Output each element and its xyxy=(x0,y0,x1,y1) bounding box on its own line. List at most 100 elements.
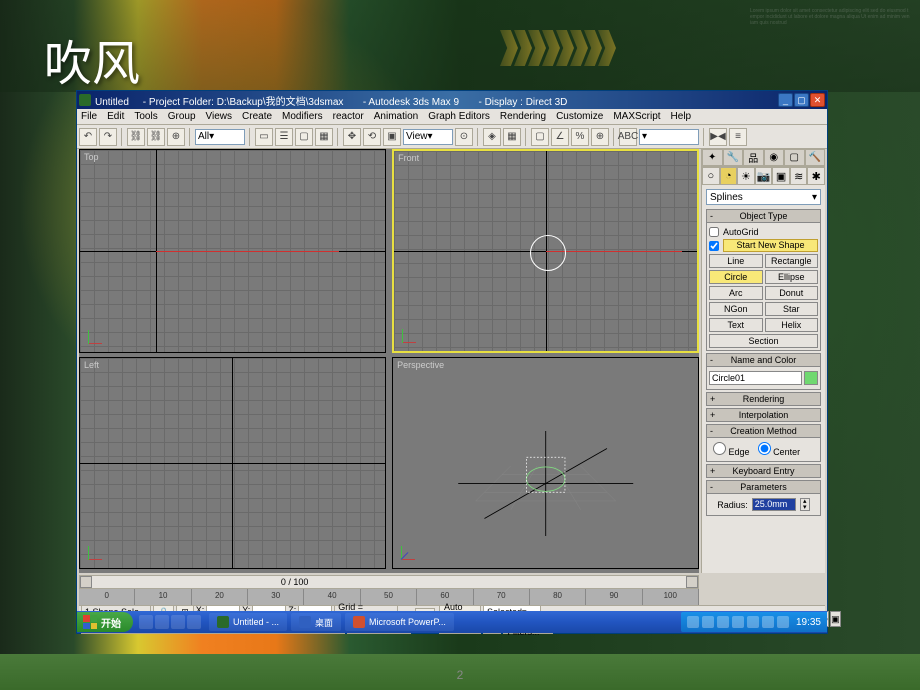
spacewarps-cat[interactable]: ≋ xyxy=(790,167,808,185)
bind-button[interactable]: ⊕ xyxy=(167,128,185,146)
helpers-cat[interactable]: ▣ xyxy=(772,167,790,185)
snap-angle-button[interactable]: ∠ xyxy=(551,128,569,146)
ql-icon[interactable] xyxy=(155,615,169,629)
hierarchy-tab[interactable]: 品 xyxy=(743,149,764,166)
minimize-button[interactable]: _ xyxy=(778,93,793,107)
modify-tab[interactable]: 🔧 xyxy=(723,149,744,166)
menu-create[interactable]: Create xyxy=(242,111,272,122)
ellipse-button[interactable]: Ellipse xyxy=(765,270,819,284)
object-color-swatch[interactable] xyxy=(804,371,818,385)
helix-button[interactable]: Helix xyxy=(765,318,819,332)
radius-field[interactable]: 25.0mm xyxy=(752,498,796,511)
ql-icon[interactable] xyxy=(171,615,185,629)
select-name-button[interactable]: ☰ xyxy=(275,128,293,146)
shapes-cat[interactable]: ◔ xyxy=(720,167,738,185)
keyboard-shortcut-button[interactable]: ▦ xyxy=(503,128,521,146)
tray-icon[interactable] xyxy=(777,616,789,628)
menu-file[interactable]: File xyxy=(81,111,97,122)
name-color-rollout[interactable]: -Name and Color xyxy=(706,353,821,367)
menu-modifiers[interactable]: Modifiers xyxy=(282,111,323,122)
category-dropdown[interactable]: Splines▾ xyxy=(706,189,821,205)
time-slider[interactable]: 0 / 100 xyxy=(79,575,699,589)
select-region-button[interactable]: ▢ xyxy=(295,128,313,146)
menu-maxscript[interactable]: MAXScript xyxy=(613,111,660,122)
object-name-field[interactable]: Circle01 xyxy=(709,371,802,385)
systems-cat[interactable]: ✱ xyxy=(807,167,825,185)
tray-icon[interactable] xyxy=(762,616,774,628)
spinner-snap-button[interactable]: ⊕ xyxy=(591,128,609,146)
clock[interactable]: 19:35 xyxy=(796,617,821,628)
menu-group[interactable]: Group xyxy=(168,111,196,122)
window-crossing-button[interactable]: ▦ xyxy=(315,128,333,146)
task-desktop[interactable]: 桌面 xyxy=(291,613,341,631)
parameters-rollout[interactable]: -Parameters xyxy=(706,480,821,494)
align-button[interactable]: ≡ xyxy=(729,128,747,146)
viewport-perspective[interactable]: Perspective xyxy=(392,357,699,569)
menu-edit[interactable]: Edit xyxy=(107,111,124,122)
star-button[interactable]: Star xyxy=(765,302,819,316)
menu-customize[interactable]: Customize xyxy=(556,111,603,122)
ql-icon[interactable] xyxy=(139,615,153,629)
menu-animation[interactable]: Animation xyxy=(374,111,418,122)
cameras-cat[interactable]: 📷 xyxy=(755,167,773,185)
task-powerpoint[interactable]: Microsoft PowerP... xyxy=(345,613,454,631)
slider-thumb[interactable] xyxy=(80,576,92,588)
tray-icon[interactable] xyxy=(732,616,744,628)
move-button[interactable]: ✥ xyxy=(343,128,361,146)
viewport-left[interactable]: Left xyxy=(79,357,386,569)
create-tab[interactable]: ✦ xyxy=(702,149,723,166)
center-radio[interactable]: Center xyxy=(758,442,801,457)
maximize-button[interactable]: ▢ xyxy=(794,93,809,107)
selection-filter[interactable]: All ▾ xyxy=(195,129,245,145)
tray-icon[interactable] xyxy=(702,616,714,628)
geometry-cat[interactable]: ○ xyxy=(702,167,720,185)
snap-2d-button[interactable]: ▢ xyxy=(531,128,549,146)
start-button[interactable]: 开始 xyxy=(77,612,133,632)
arc-button[interactable]: Arc xyxy=(709,286,763,300)
close-button[interactable]: ✕ xyxy=(810,93,825,107)
radius-spinner[interactable]: ▴▾ xyxy=(800,498,810,511)
named-sets-dropdown[interactable]: ▾ xyxy=(639,129,699,145)
ql-icon[interactable] xyxy=(187,615,201,629)
menu-views[interactable]: Views xyxy=(206,111,233,122)
rotate-button[interactable]: ⟲ xyxy=(363,128,381,146)
donut-button[interactable]: Donut xyxy=(765,286,819,300)
edge-radio[interactable]: Edge xyxy=(713,442,750,457)
viewport-top[interactable]: Top xyxy=(79,149,386,353)
creation-method-rollout[interactable]: -Creation Method xyxy=(706,424,821,438)
link-button[interactable]: ⛓ xyxy=(127,128,145,146)
redo-button[interactable]: ↷ xyxy=(99,128,117,146)
section-button[interactable]: Section xyxy=(709,334,818,348)
text-button[interactable]: Text xyxy=(709,318,763,332)
menu-grapheditors[interactable]: Graph Editors xyxy=(428,111,490,122)
rendering-rollout[interactable]: +Rendering xyxy=(706,392,821,406)
tray-icon[interactable] xyxy=(717,616,729,628)
menu-reactor[interactable]: reactor xyxy=(333,111,364,122)
unlink-button[interactable]: ⛓ xyxy=(147,128,165,146)
menu-rendering[interactable]: Rendering xyxy=(500,111,546,122)
mirror-button[interactable]: ▶◀ xyxy=(709,128,727,146)
rectangle-button[interactable]: Rectangle xyxy=(765,254,819,268)
object-type-rollout[interactable]: -Object Type xyxy=(706,209,821,223)
line-button[interactable]: Line xyxy=(709,254,763,268)
named-sets-button[interactable]: ABC xyxy=(619,128,637,146)
autogrid-checkbox[interactable] xyxy=(709,227,719,237)
utilities-tab[interactable]: 🔨 xyxy=(805,149,826,166)
startnew-checkbox[interactable] xyxy=(709,241,719,251)
keyboard-entry-rollout[interactable]: +Keyboard Entry xyxy=(706,464,821,478)
undo-button[interactable]: ↶ xyxy=(79,128,97,146)
manipulate-button[interactable]: ◈ xyxy=(483,128,501,146)
select-button[interactable]: ▭ xyxy=(255,128,273,146)
snap-percent-button[interactable]: % xyxy=(571,128,589,146)
scale-button[interactable]: ▣ xyxy=(383,128,401,146)
minmax-button[interactable]: ▣ xyxy=(830,611,841,627)
circle-button[interactable]: Circle xyxy=(709,270,763,284)
center-button[interactable]: ⊙ xyxy=(455,128,473,146)
ngon-button[interactable]: NGon xyxy=(709,302,763,316)
tray-icon[interactable] xyxy=(687,616,699,628)
motion-tab[interactable]: ◉ xyxy=(764,149,785,166)
display-tab[interactable]: ▢ xyxy=(784,149,805,166)
start-new-shape-toggle[interactable]: Start New Shape xyxy=(723,239,818,252)
lights-cat[interactable]: ☀ xyxy=(737,167,755,185)
viewport-front[interactable]: Front xyxy=(392,149,699,353)
